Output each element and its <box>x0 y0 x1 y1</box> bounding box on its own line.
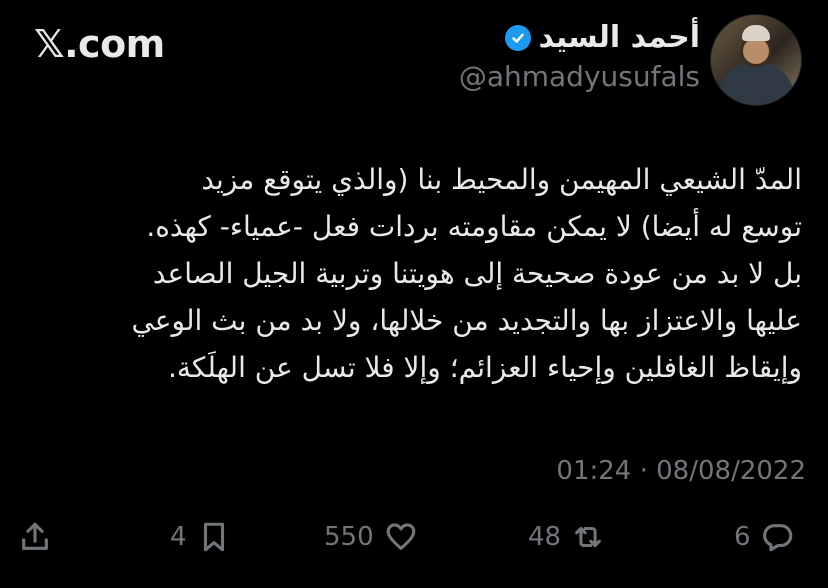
x-brand-logo: 𝕏.com <box>34 22 165 66</box>
share-button[interactable] <box>18 520 52 554</box>
avatar-cap-shape <box>742 25 770 41</box>
repost-icon <box>575 526 601 548</box>
like-count: 550 <box>324 522 374 552</box>
repost-button[interactable]: 48 <box>528 520 605 554</box>
like-button[interactable]: 550 <box>324 520 418 554</box>
author-handle[interactable]: @ahmadyusufals <box>459 60 700 93</box>
author-name-row: أحمد السيد <box>504 20 700 55</box>
bookmark-count: 4 <box>170 522 187 552</box>
tweet-text: المدّ الشيعي المهيمن والمحيط بنا (والذي … <box>131 163 802 384</box>
action-bar: 4 550 48 6 <box>0 520 828 570</box>
verified-badge-icon <box>504 24 531 51</box>
tweet-timestamp[interactable]: 01:24 · 08/08/2022 <box>556 456 806 486</box>
bookmark-button[interactable]: 4 <box>170 520 231 554</box>
avatar[interactable] <box>710 14 802 106</box>
reply-icon <box>762 524 792 552</box>
reply-count: 6 <box>734 522 751 552</box>
bookmark-icon <box>203 522 224 552</box>
share-icon <box>22 522 48 550</box>
author-name[interactable]: أحمد السيد <box>539 20 700 55</box>
heart-icon <box>386 523 415 550</box>
reply-button[interactable]: 6 <box>734 520 795 554</box>
repost-count: 48 <box>528 522 562 552</box>
